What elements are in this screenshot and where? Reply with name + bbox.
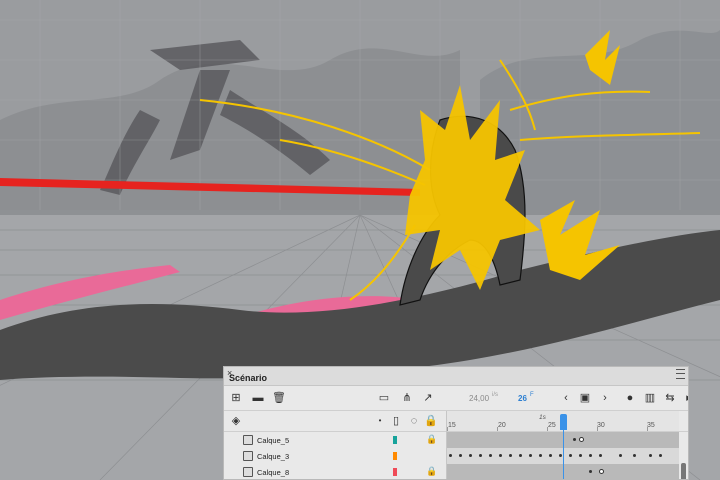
ruler-tick [597,427,598,431]
timeline-toolbar: ⊞ ▬ 🗑 ▭ ⋔ ↗ 24,00 i/s 26 F ‹ ▣ › ● ▥ ⇆ ▸ [224,386,688,411]
keyframe[interactable] [469,454,472,457]
frame-ruler[interactable]: 1s 15 20 25 30 35 [447,411,679,431]
keyframe[interactable] [579,454,582,457]
layer-icon [243,451,253,461]
highlight-dot-icon[interactable]: • [372,413,388,429]
keyframe[interactable] [559,454,562,457]
keyframe[interactable] [589,470,592,473]
layer-color-swatch[interactable] [393,436,397,444]
frame-number: 35 [647,422,655,429]
panel-title[interactable]: Scénario [229,373,267,383]
seconds-marker: 1s [539,414,546,421]
panel-titlebar: × Scénario [224,367,688,386]
chevron-right-icon[interactable]: › [597,390,613,406]
fps-value[interactable]: 24,00 [469,394,489,403]
keyframe[interactable] [449,454,452,457]
keyframe[interactable] [649,454,652,457]
layer-icon [243,435,253,445]
lock-all-icon[interactable]: 🔒 [423,413,439,429]
empty-keyframe[interactable] [579,437,584,442]
keyframe[interactable] [509,454,512,457]
playhead[interactable] [560,414,567,430]
frame-number: 25 [548,422,556,429]
keyframe[interactable] [569,454,572,457]
parenting-icon[interactable]: ⋔ [399,390,415,406]
folder-icon[interactable]: ▬ [250,390,266,406]
layer-name[interactable]: Calque_3 [257,452,289,461]
current-frame[interactable]: 26 [518,394,527,403]
keyframe[interactable] [589,454,592,457]
keyframe[interactable] [549,454,552,457]
new-layer-icon[interactable]: ⊞ [228,390,244,406]
timeline-frames-area[interactable]: 1s 15 20 25 30 35 [446,411,679,479]
layer-name[interactable]: Calque_5 [257,436,289,445]
trash-icon[interactable]: 🗑 [271,390,287,406]
frame-number: 15 [448,422,456,429]
graph-icon[interactable]: ↗ [420,390,436,406]
lock-icon[interactable]: 🔒 [426,434,437,445]
frame-unit: F [530,392,534,398]
sync-icon[interactable]: ⇆ [662,390,678,406]
keyframe[interactable] [619,454,622,457]
playhead-line [563,430,564,479]
keyframe[interactable] [499,454,502,457]
layer-color-swatch[interactable] [393,468,397,476]
ruler-tick [447,427,448,431]
keyframe[interactable] [489,454,492,457]
chevron-left-icon[interactable]: ‹ [558,390,574,406]
layer-icon [243,467,253,477]
ruler-tick [497,427,498,431]
frame-number: 20 [498,422,506,429]
panel-menu-icon[interactable] [676,369,685,379]
keyframe[interactable] [519,454,522,457]
visibility-icon[interactable]: ◌ [406,413,422,429]
vertical-scrollbar[interactable] [681,463,686,479]
keyframe[interactable] [573,438,576,441]
layer-color-swatch[interactable] [393,452,397,460]
outline-toggle-icon[interactable]: ▯ [388,413,404,429]
ruler-tick [647,427,648,431]
layer-row[interactable]: Calque_3 [224,448,446,464]
layers-stack-icon: ◈ [231,415,241,427]
layer-name[interactable]: Calque_8 [257,468,289,477]
keyframe[interactable] [633,454,636,457]
keyframe[interactable] [479,454,482,457]
frame-number: 30 [597,422,605,429]
lock-icon[interactable]: 🔒 [426,466,437,477]
keyframe[interactable] [659,454,662,457]
camera-icon[interactable]: ▭ [376,390,392,406]
timeline-panel: × Scénario ⊞ ▬ 🗑 ▭ ⋔ ↗ 24,00 i/s 26 F ‹ … [223,366,689,480]
keyframe[interactable] [599,454,602,457]
loop-icon[interactable]: ▣ [577,390,593,406]
keyframe[interactable] [459,454,462,457]
fps-unit: i/s [492,392,498,398]
keyframe[interactable] [529,454,532,457]
ruler-tick [547,427,548,431]
edit-multiple-icon[interactable]: ▥ [642,390,658,406]
layer-row[interactable]: Calque_8 🔒 [224,464,446,479]
empty-keyframe[interactable] [599,469,604,474]
onion-skin-icon[interactable]: ● [622,390,638,406]
arrow-right-icon[interactable]: ▸ [681,390,688,406]
layer-row[interactable]: Calque_5 🔒 [224,432,446,448]
keyframe[interactable] [539,454,542,457]
